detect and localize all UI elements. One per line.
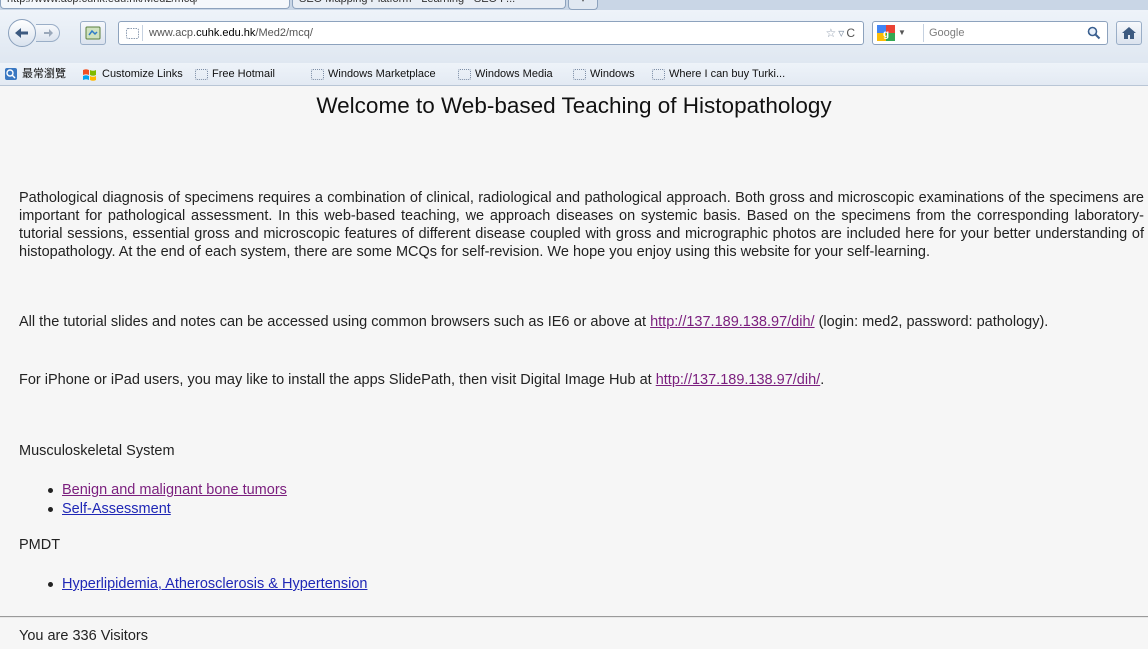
tutorial-text: All the tutorial slides and notes can be…	[19, 314, 651, 330]
tutorial-link[interactable]: http://137.189.138.97/dih/	[650, 314, 814, 330]
musculoskeletal-link-list: Benign and malignant bone tumors Self-As…	[48, 481, 287, 519]
bookmark-label: Windows Marketplace	[328, 68, 436, 80]
bookmark-label: 最常瀏覽	[22, 68, 66, 80]
page-content: Welcome to Web-based Teaching of Histopa…	[0, 86, 1148, 649]
tutorial-login-text: (login: med2, password: pathology).	[814, 314, 1049, 330]
url-actions: ☆▿C	[826, 22, 857, 44]
intro-text: Pathological diagnosis of specimens requ…	[19, 190, 1144, 260]
search-bar[interactable]: g ▼ Google	[872, 21, 1108, 45]
address-bar[interactable]: www.acp.cuhk.edu.hk/Med2/mcq/ ☆▿C	[118, 21, 864, 45]
bookmark-label: Windows Media	[475, 68, 553, 80]
reload-icon[interactable]: C	[846, 26, 857, 40]
forward-button[interactable]	[36, 24, 60, 42]
iphone-period: .	[820, 372, 825, 388]
list-item: Benign and malignant bone tumors	[48, 481, 287, 500]
intro-paragraph: Pathological diagnosis of specimens requ…	[19, 189, 1144, 261]
tab-strip: http://www.acp.cuhk.edu.hk/Med2/mcq/ SEO…	[0, 0, 1148, 10]
bookmark-label: Windows	[590, 68, 635, 80]
iphone-text: For iPhone or iPad users, you may like t…	[19, 372, 656, 388]
list-item: Hyperlipidemia, Atherosclerosis & Hypert…	[48, 575, 367, 594]
search-engine-selector[interactable]: g ▼	[875, 24, 924, 42]
bookmark-where-i-can-buy[interactable]: Where I can buy Turki...	[652, 63, 785, 85]
back-arrow-icon	[15, 28, 28, 38]
google-icon: g	[877, 25, 895, 41]
tutorial-paragraph: All the tutorial slides and notes can be…	[19, 313, 1144, 331]
star-icon[interactable]: ☆	[826, 26, 839, 40]
home-icon	[1122, 27, 1136, 39]
bookmark-label: Customize Links	[102, 68, 183, 80]
visitor-counter: You are 336 Visitors	[19, 628, 148, 644]
svg-text:g: g	[883, 29, 889, 40]
bookmark-label: Free Hotmail	[212, 68, 275, 80]
bookmarks-toolbar: 最常瀏覽 Customize Links Free Hotmail Window…	[0, 63, 1148, 86]
digital-image-hub-link[interactable]: http://137.189.138.97/dih/	[656, 372, 820, 388]
chevron-down-icon: ▼	[898, 28, 906, 37]
bookmark-manager-button[interactable]	[80, 21, 106, 45]
bookmark-customize-links[interactable]: Customize Links	[82, 63, 183, 85]
list-item: Self-Assessment	[48, 500, 287, 519]
new-tab-button[interactable]: ▾	[568, 0, 598, 10]
link-self-assessment[interactable]: Self-Assessment	[62, 501, 171, 517]
search-button[interactable]	[1085, 24, 1103, 42]
bookmark-free-hotmail[interactable]: Free Hotmail	[195, 63, 275, 85]
tab-seo-mapping[interactable]: SEO Mapping Platform - Learning - SEO P.…	[292, 0, 566, 9]
bookmark-label: Where I can buy Turki...	[669, 68, 786, 80]
url-text: www.acp.cuhk.edu.hk/Med2/mcq/	[149, 27, 313, 39]
navigation-toolbar: www.acp.cuhk.edu.hk/Med2/mcq/ ☆▿C g ▼ Go…	[0, 10, 1148, 64]
bookmark-windows-marketplace[interactable]: Windows Marketplace	[311, 63, 436, 85]
horizontal-rule	[0, 616, 1148, 618]
link-hyperlipidemia[interactable]: Hyperlipidemia, Atherosclerosis & Hypert…	[62, 576, 367, 592]
bookmark-most-visited[interactable]: 最常瀏覽	[4, 63, 66, 85]
page-title: Welcome to Web-based Teaching of Histopa…	[316, 93, 832, 118]
bookmark-page-icon	[573, 68, 586, 80]
bookmark-page-icon	[311, 68, 324, 80]
bookmark-page-icon	[652, 68, 665, 80]
link-bone-tumors[interactable]: Benign and malignant bone tumors	[62, 482, 287, 498]
bookmark-windows-media[interactable]: Windows Media	[458, 63, 553, 85]
windows-logo-icon	[83, 69, 96, 81]
tab-current[interactable]: http://www.acp.cuhk.edu.hk/Med2/mcq/	[0, 0, 290, 9]
section-title-musculoskeletal: Musculoskeletal System	[19, 443, 175, 459]
back-button[interactable]	[8, 19, 36, 47]
site-identity-button[interactable]	[122, 25, 143, 41]
bookmark-page-icon	[458, 68, 471, 80]
iphone-paragraph: For iPhone or iPad users, you may like t…	[19, 371, 1144, 389]
home-button[interactable]	[1116, 21, 1142, 45]
search-input[interactable]: Google	[929, 22, 964, 44]
bookmark-page-icon	[195, 68, 208, 80]
bookmark-windows[interactable]: Windows	[573, 63, 635, 85]
pmdt-link-list: Hyperlipidemia, Atherosclerosis & Hypert…	[48, 575, 367, 594]
section-title-pmdt: PMDT	[19, 537, 61, 553]
back-forward-group	[8, 19, 72, 47]
bookmark-manager-icon	[85, 26, 101, 40]
most-visited-icon	[5, 68, 17, 80]
forward-arrow-icon	[43, 29, 53, 37]
page-icon	[125, 27, 139, 39]
magnifier-icon	[1087, 26, 1101, 40]
